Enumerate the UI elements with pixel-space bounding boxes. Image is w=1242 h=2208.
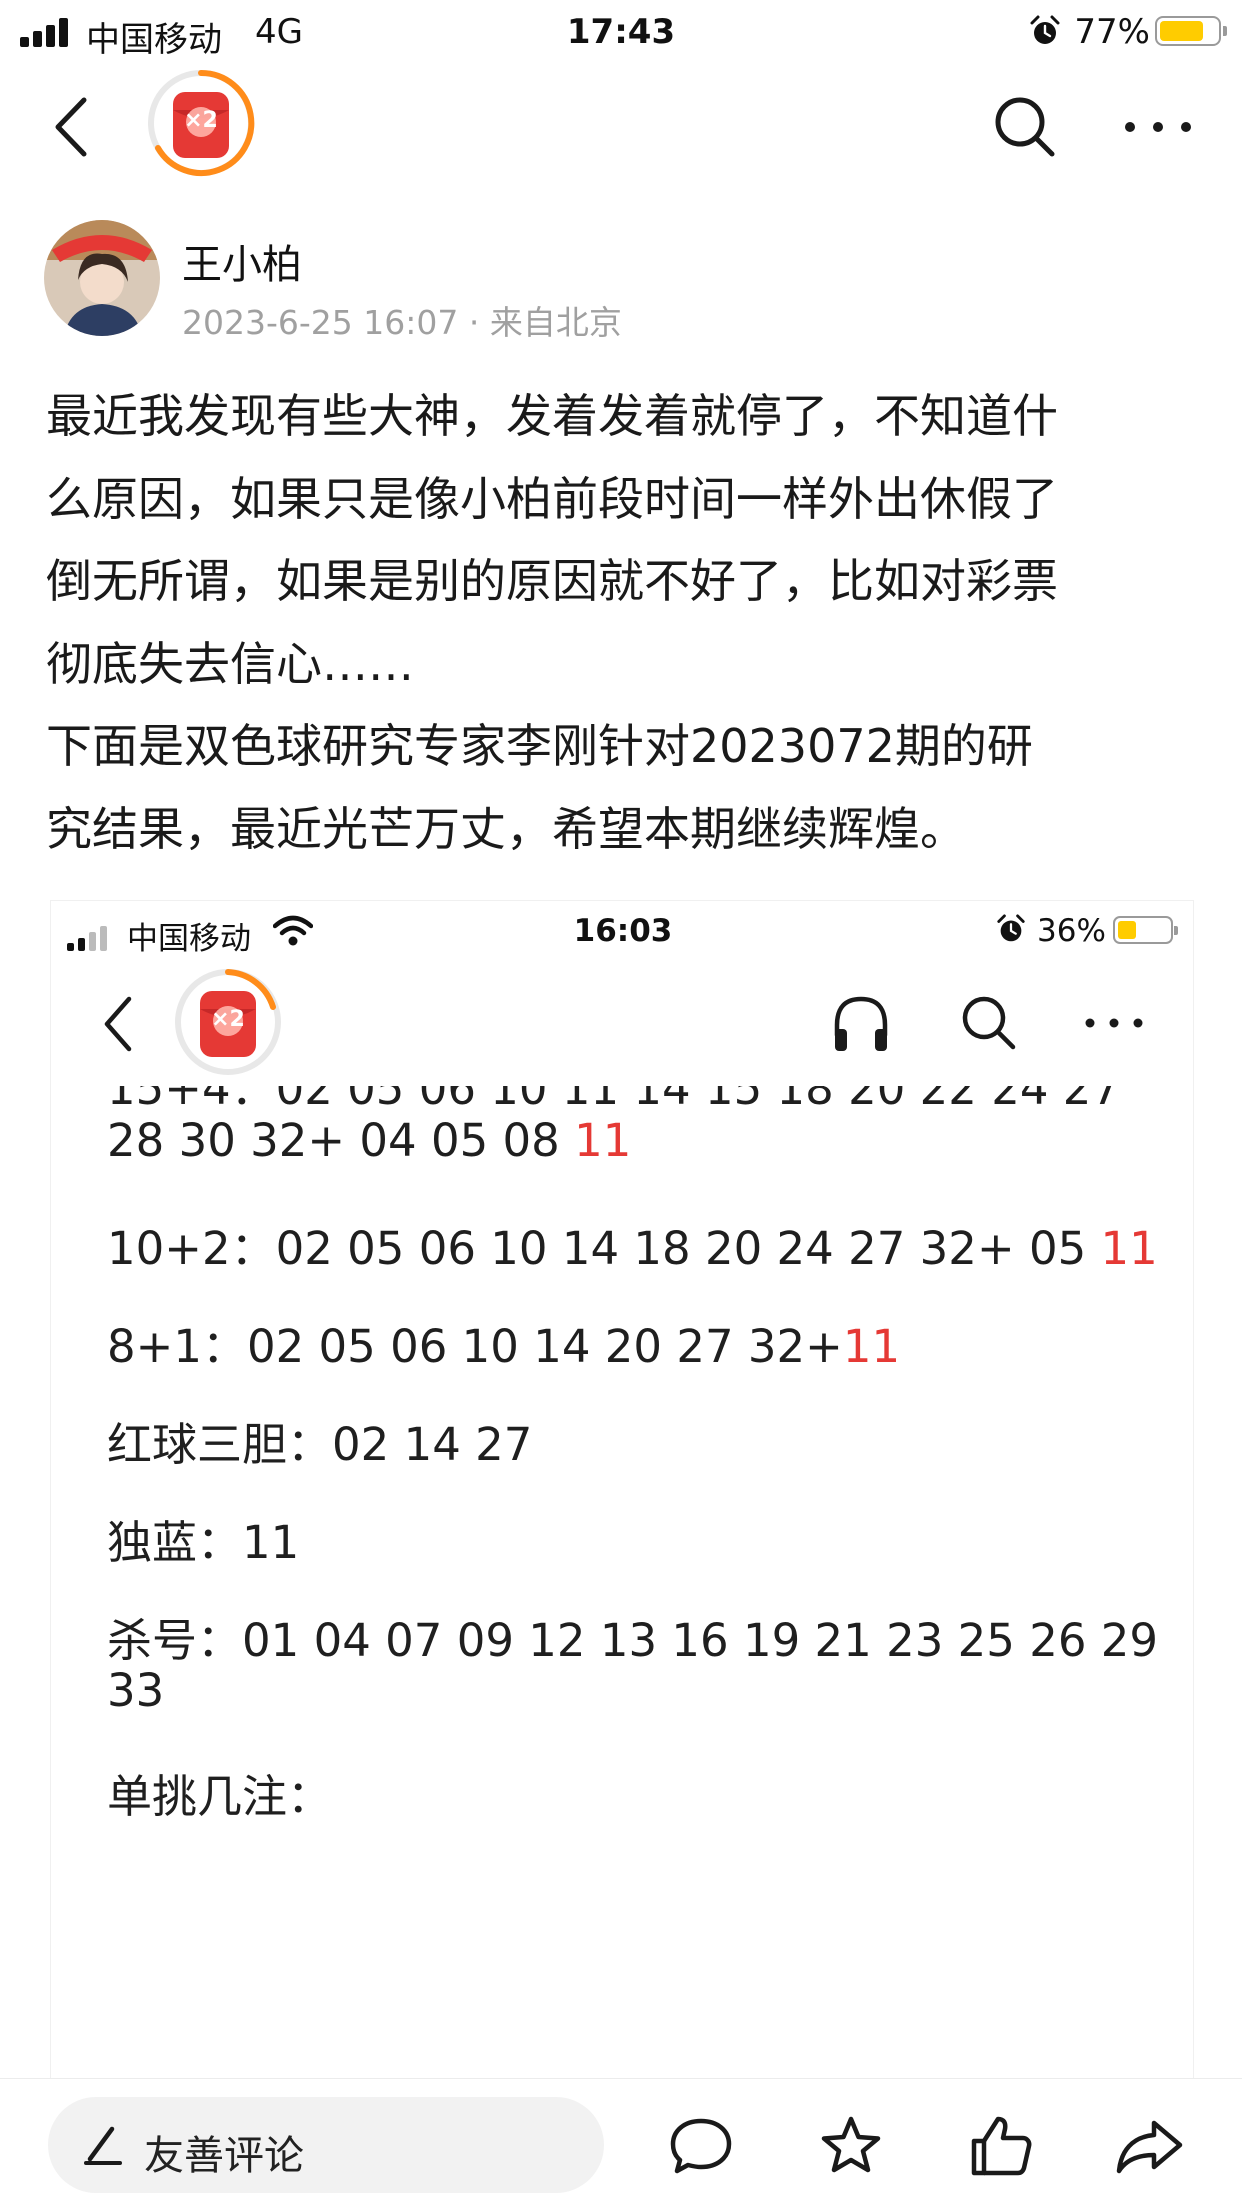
battery-percent: 77%	[1074, 12, 1150, 52]
post-meta: 2023-6-25 16:07 · 来自北京	[182, 303, 622, 342]
headphones-icon	[834, 996, 888, 1051]
back-arrow-icon[interactable]	[44, 92, 100, 162]
embedded-top-nav: ×2	[51, 961, 1193, 1086]
author-name[interactable]: 王小柏	[182, 232, 302, 290]
search-icon	[962, 996, 1016, 1050]
post-body: 最近我发现有些大神，发着发着就停了，不知道什 么原因，如果只是像小柏前段时间一样…	[46, 375, 1206, 870]
thumbs-up-icon[interactable]	[968, 2113, 1034, 2179]
number-line: 33	[107, 1664, 165, 1717]
search-icon[interactable]	[990, 92, 1060, 162]
post-body-line: 么原因，如果只是像小柏前段时间一样外出休假了	[46, 471, 1058, 526]
number-line: 28 30 32+ 04 05 08 11	[107, 1114, 632, 1167]
status-bar: 中国移动 4G 17:43 77%	[0, 0, 1242, 62]
share-icon[interactable]	[1114, 2113, 1186, 2179]
blue-ball-highlight: 11	[574, 1114, 632, 1167]
comment-input[interactable]: 友善评论	[48, 2097, 604, 2193]
battery-icon	[1113, 916, 1178, 944]
badge-multiplier: ×2	[211, 1007, 245, 1032]
number-line: 15+4：02 05 06 10 11 14 15 18 20 22 24 27	[107, 1086, 1121, 1115]
post-body-line: 下面是双色球研究专家李刚针对2023072期的研	[46, 719, 1033, 773]
alarm-icon	[997, 914, 1025, 942]
post-body-line: 最近我发现有些大神，发着发着就停了，不知道什	[46, 389, 1058, 443]
number-line: 独蓝：11	[107, 1516, 300, 1569]
embedded-status-bar: 中国移动 16:03 36%	[51, 901, 1193, 961]
red-packet-badge-icon[interactable]: ×2	[146, 68, 256, 178]
star-icon[interactable]	[818, 2113, 884, 2179]
badge-multiplier: ×2	[184, 108, 218, 133]
embedded-screenshot-image[interactable]: 中国移动 16:03 36% ×2 15+4：02 05 06 10 11 14…	[50, 900, 1194, 2080]
pen-icon	[84, 2126, 122, 2165]
number-line: 红球三胆：02 14 27	[107, 1418, 533, 1471]
post-body-line: 究结果，最近光芒万丈，希望本期继续辉煌。	[46, 801, 966, 856]
back-arrow-icon	[104, 996, 132, 1052]
battery-percent: 36%	[1037, 913, 1106, 949]
number-line: 杀号：01 04 07 09 12 13 16 19 21 23 25 26 2…	[107, 1614, 1159, 1667]
number-line: 单挑几注：	[107, 1770, 333, 1823]
red-packet-badge-icon: ×2	[173, 967, 283, 1077]
more-icon[interactable]	[1120, 107, 1196, 147]
comment-placeholder: 友善评论	[144, 2133, 304, 2179]
more-icon	[1085, 1018, 1143, 1028]
number-line: 10+2：02 05 06 10 14 18 20 24 27 32+ 05 1…	[107, 1222, 1158, 1275]
post-body-line: 倒无所谓，如果是别的原因就不好了，比如对彩票	[46, 554, 1058, 608]
number-line: 8+1：02 05 06 10 14 20 27 32+11	[107, 1320, 901, 1373]
post-body-line: 彻底失去信心……	[46, 636, 414, 691]
blue-ball-highlight: 11	[842, 1320, 901, 1373]
avatar[interactable]	[44, 220, 160, 336]
battery-icon	[1155, 16, 1227, 46]
embedded-article-content: 15+4：02 05 06 10 11 14 15 18 20 22 24 27…	[51, 1086, 1193, 2079]
bottom-action-bar: 友善评论	[0, 2078, 1242, 2208]
top-nav: ×2	[0, 62, 1242, 192]
blue-ball-highlight: 11	[1100, 1222, 1158, 1275]
alarm-icon	[1030, 15, 1060, 44]
comment-icon[interactable]	[668, 2113, 734, 2179]
